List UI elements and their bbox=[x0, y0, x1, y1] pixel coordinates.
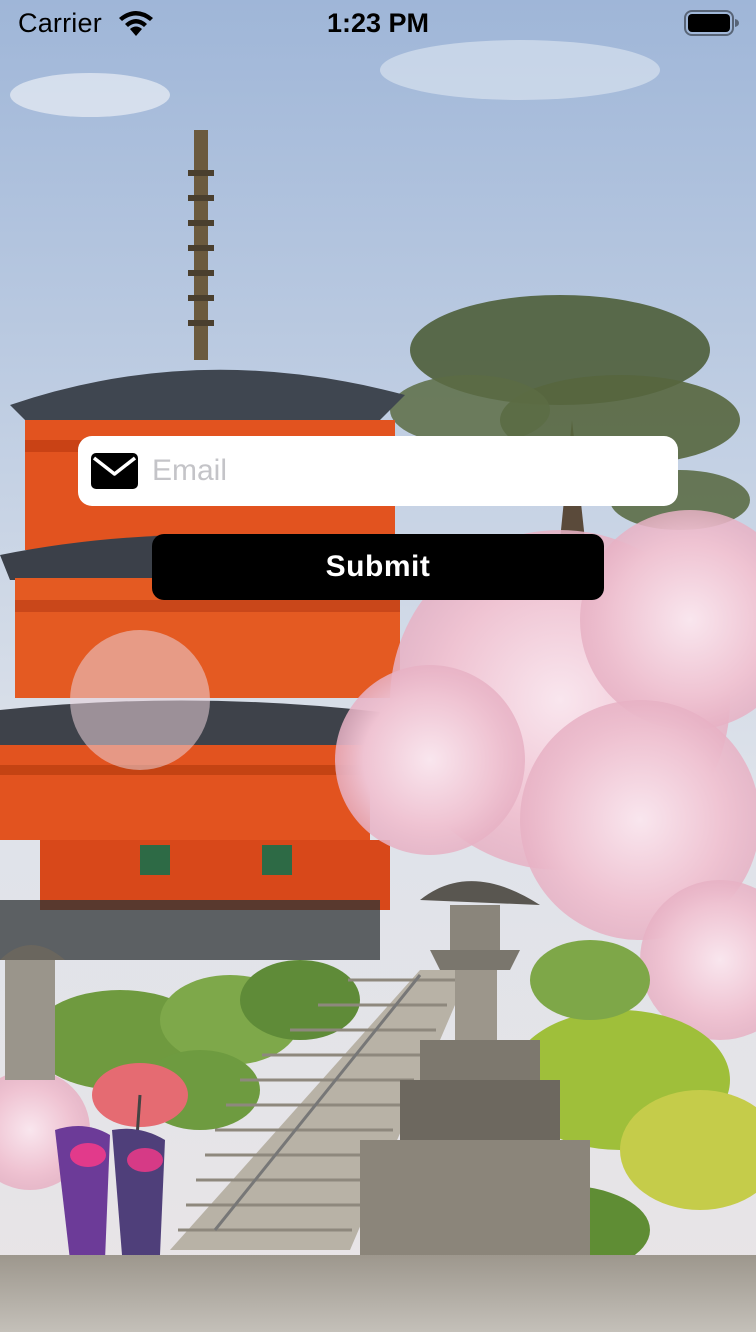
photo-background bbox=[0, 0, 756, 1332]
email-field[interactable] bbox=[78, 436, 678, 506]
battery-icon bbox=[684, 10, 739, 36]
email-input[interactable] bbox=[152, 436, 662, 506]
submit-button[interactable]: Submit bbox=[152, 534, 604, 600]
mail-icon bbox=[91, 453, 138, 489]
login-screen: Carrier 1:23 PM Submit bbox=[0, 0, 756, 1332]
status-time: 1:23 PM bbox=[326, 8, 430, 38]
status-bar: Carrier 1:23 PM bbox=[0, 0, 756, 48]
